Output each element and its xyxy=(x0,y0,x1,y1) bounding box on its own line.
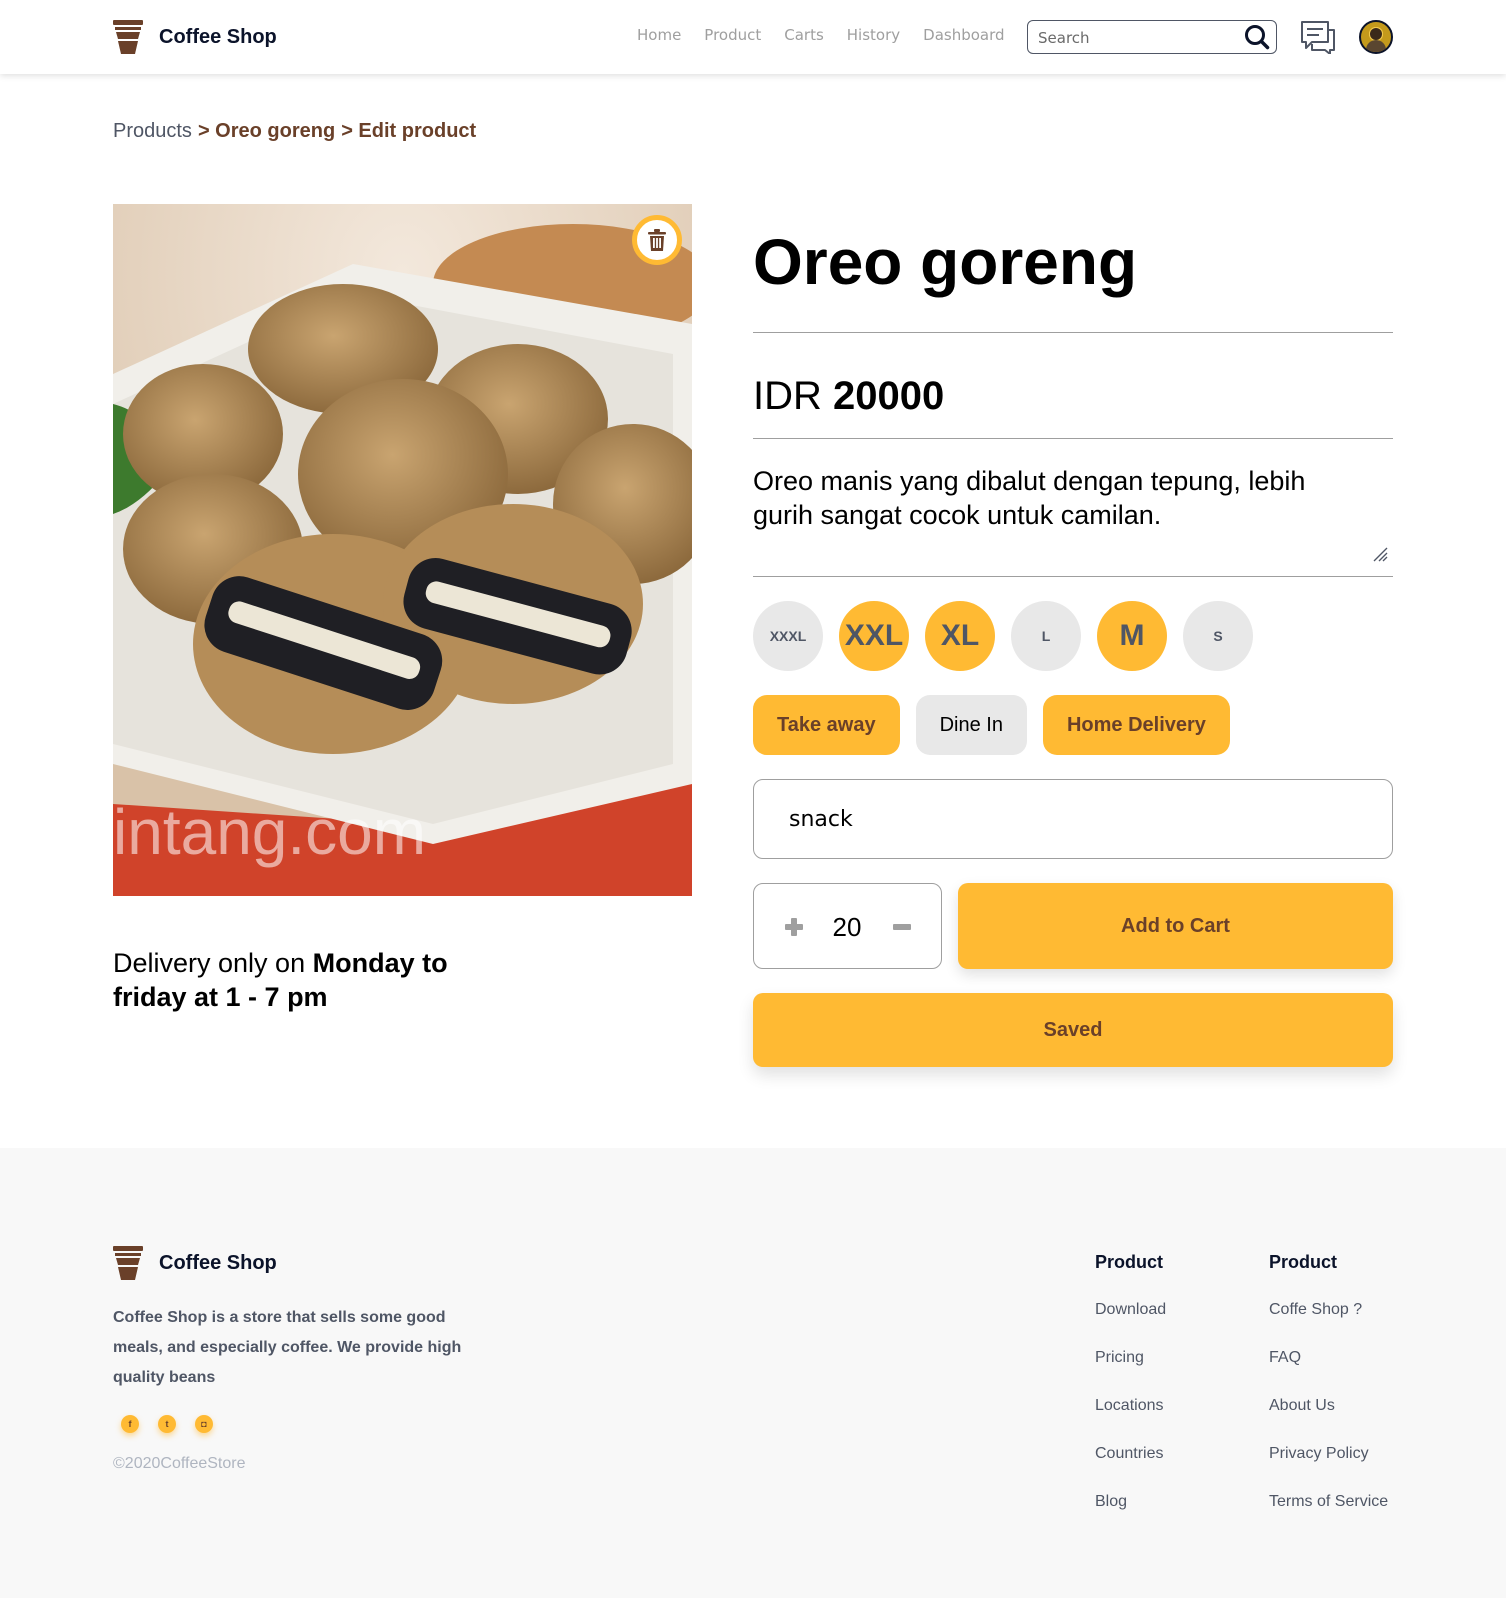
coffee-cup-icon xyxy=(113,1246,143,1280)
delivery-take-away[interactable]: Take away xyxy=(753,695,900,755)
footer-column-engage: Product Coffe Shop ? FAQ About Us Privac… xyxy=(1269,1252,1388,1541)
nav-dashboard[interactable]: Dashboard xyxy=(923,26,1004,44)
minus-icon[interactable] xyxy=(892,917,912,937)
category-input[interactable] xyxy=(753,779,1393,859)
brand-name: Coffee Shop xyxy=(159,25,277,48)
delete-product-button[interactable] xyxy=(632,215,682,265)
search-box xyxy=(1027,20,1277,54)
breadcrumb-products[interactable]: Products xyxy=(113,120,192,143)
search-icon[interactable] xyxy=(1244,24,1270,50)
main-nav: Home Product Carts History Dashboard xyxy=(637,26,1005,44)
chat-icon[interactable] xyxy=(1300,20,1336,54)
nav-history[interactable]: History xyxy=(847,26,900,44)
size-option-xxl[interactable]: XXL xyxy=(839,601,909,671)
size-option-s[interactable]: S xyxy=(1183,601,1253,671)
footer-link-terms[interactable]: Terms of Service xyxy=(1269,1493,1388,1511)
footer-column-heading: Product xyxy=(1095,1252,1164,1272)
divider xyxy=(753,332,1393,333)
footer-link-blog[interactable]: Blog xyxy=(1095,1493,1166,1511)
footer-column-product: Product Download Pricing Locations Count… xyxy=(1095,1252,1166,1541)
delivery-home-delivery[interactable]: Home Delivery xyxy=(1042,695,1230,755)
search-input[interactable] xyxy=(1038,29,1238,47)
delivery-note-prefix: Delivery only on xyxy=(113,948,313,978)
footer-link-countries[interactable]: Countries xyxy=(1095,1445,1166,1463)
instagram-icon[interactable]: ◘ xyxy=(195,1415,213,1433)
size-option-l[interactable]: L xyxy=(1011,601,1081,671)
divider xyxy=(753,438,1393,439)
footer-brand-name: Coffee Shop xyxy=(159,1251,277,1274)
footer-link-about-us[interactable]: About Us xyxy=(1269,1397,1388,1415)
social-links: f t ◘ xyxy=(121,1415,213,1433)
top-navbar: Coffee Shop Home Product Carts History D… xyxy=(0,0,1506,74)
footer-brand[interactable]: Coffee Shop xyxy=(113,1246,277,1280)
add-to-cart-button[interactable]: Add to Cart xyxy=(958,883,1393,969)
size-option-xl[interactable]: XL xyxy=(925,601,995,671)
product-name[interactable]: Oreo goreng xyxy=(753,225,1137,299)
nav-product[interactable]: Product xyxy=(704,26,761,44)
breadcrumb: Products > Oreo goreng > Edit product xyxy=(113,120,476,143)
nav-home[interactable]: Home xyxy=(637,26,681,44)
save-button[interactable]: Saved xyxy=(753,993,1393,1067)
footer-link-faq[interactable]: FAQ xyxy=(1269,1349,1388,1367)
footer-link-privacy-policy[interactable]: Privacy Policy xyxy=(1269,1445,1388,1463)
size-selector: XXXL XXL XL L M S xyxy=(753,601,1253,671)
brand-logo[interactable]: Coffee Shop xyxy=(113,20,277,54)
footer-link-pricing[interactable]: Pricing xyxy=(1095,1349,1166,1367)
product-image: intang.com xyxy=(113,204,692,896)
quantity-value: 20 xyxy=(832,912,862,942)
copyright: ©2020CoffeeStore xyxy=(113,1455,246,1472)
facebook-icon[interactable]: f xyxy=(121,1415,139,1433)
breadcrumb-current: > Edit product xyxy=(341,120,477,142)
product-description[interactable]: Oreo manis yang dibalut dengan tepung, l… xyxy=(753,464,1363,532)
nav-carts[interactable]: Carts xyxy=(784,26,824,44)
price-currency: IDR xyxy=(753,374,822,418)
size-option-m[interactable]: M xyxy=(1097,601,1167,671)
footer-column-heading: Product xyxy=(1269,1252,1338,1272)
footer: Coffee Shop Coffee Shop is a store that … xyxy=(0,1148,1506,1598)
footer-link-coffe-shop[interactable]: Coffe Shop ? xyxy=(1269,1301,1388,1319)
user-avatar[interactable] xyxy=(1359,20,1393,54)
footer-link-download[interactable]: Download xyxy=(1095,1301,1166,1319)
footer-link-locations[interactable]: Locations xyxy=(1095,1397,1166,1415)
image-watermark: intang.com xyxy=(113,796,426,868)
twitter-icon[interactable]: t xyxy=(158,1415,176,1433)
product-price[interactable]: IDR 20000 xyxy=(753,374,944,419)
quantity-stepper: 20 xyxy=(753,883,942,969)
divider xyxy=(753,576,1393,577)
delivery-dine-in[interactable]: Dine In xyxy=(915,695,1027,755)
price-value: 20000 xyxy=(833,374,945,418)
coffee-cup-icon xyxy=(113,20,143,54)
trash-icon xyxy=(648,229,666,251)
size-option-xxxl[interactable]: XXXL xyxy=(753,601,823,671)
breadcrumb-product[interactable]: > Oreo goreng xyxy=(198,120,335,143)
footer-description: Coffee Shop is a store that sells some g… xyxy=(113,1309,462,1386)
delivery-method-selector: Take away Dine In Home Delivery xyxy=(753,695,1230,755)
plus-icon[interactable] xyxy=(784,917,804,937)
resize-handle-icon[interactable] xyxy=(1372,546,1388,562)
delivery-note: Delivery only on Monday to friday at 1 -… xyxy=(113,946,493,1014)
